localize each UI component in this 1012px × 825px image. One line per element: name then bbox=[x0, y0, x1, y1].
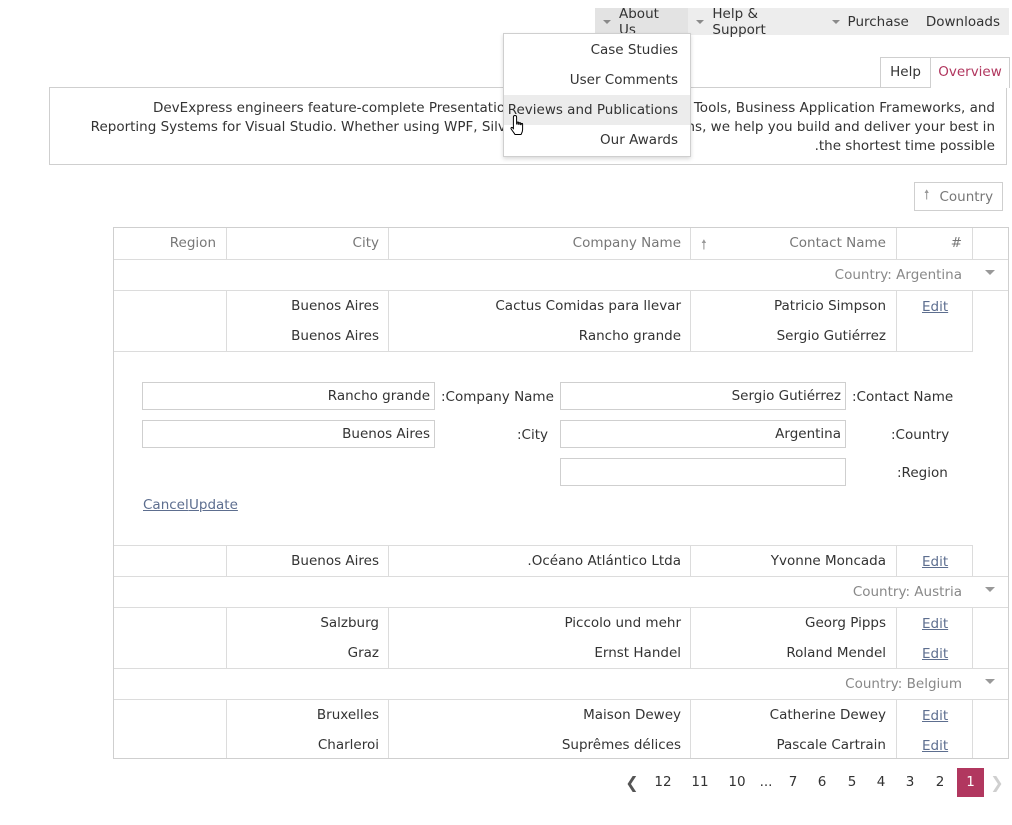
group-row-label: Country: Belgium bbox=[845, 676, 962, 692]
contact-name-label: :Contact Name bbox=[852, 389, 954, 405]
submenu-item-user-comments[interactable]: User Comments bbox=[504, 65, 690, 95]
cell-contact: Patricio Simpson bbox=[773, 298, 886, 314]
menu-item-purchase[interactable]: Purchase bbox=[824, 8, 918, 35]
country-label: :Country bbox=[891, 427, 950, 443]
menu-item-label: Help & Support bbox=[712, 5, 766, 38]
caret-down-icon bbox=[603, 19, 611, 24]
cell-contact: Sergio Gutiérrez bbox=[776, 328, 886, 344]
column-header-city[interactable]: City bbox=[227, 235, 379, 251]
cell-company: Piccolo und mehr bbox=[564, 615, 681, 631]
submenu-item-case-studies[interactable]: Case Studies bbox=[504, 35, 690, 65]
city-field[interactable]: Buenos Aires bbox=[142, 420, 435, 448]
customers-grid: Region City Company Name 🠕 Contact Name … bbox=[113, 227, 1009, 759]
sort-ascending-icon: 🠕 bbox=[923, 187, 930, 203]
edit-link[interactable]: Edit bbox=[922, 738, 948, 754]
cell-city: Buenos Aires bbox=[291, 328, 379, 344]
pager-page[interactable]: 2 bbox=[927, 768, 953, 797]
cell-company: Ernst Handel bbox=[594, 645, 681, 661]
collapse-group-icon[interactable] bbox=[985, 679, 995, 684]
contact-name-field[interactable]: Sergio Gutiérrez bbox=[560, 382, 846, 410]
cancel-link[interactable]: Cancel bbox=[143, 497, 189, 513]
tab-overview[interactable]: Overview bbox=[930, 57, 1010, 88]
pager-page[interactable]: 3 bbox=[897, 768, 923, 797]
column-header-region[interactable]: Region bbox=[114, 235, 216, 251]
cell-contact: Roland Mendel bbox=[786, 645, 886, 661]
pager-page[interactable]: 12 bbox=[648, 768, 678, 797]
menu-item-label: Purchase bbox=[847, 13, 909, 30]
about-us-submenu: Case Studies User Comments Reviews and P… bbox=[503, 33, 691, 157]
cell-contact: Yvonne Moncada bbox=[770, 553, 886, 569]
top-menu: About Us Help & Support Purchase Downloa… bbox=[595, 5, 1009, 38]
group-chip-label: Country bbox=[939, 188, 994, 205]
cell-company: Maison Dewey bbox=[583, 707, 681, 723]
group-by-country-chip[interactable]: 🠕 Country bbox=[914, 182, 1003, 211]
column-header-contact-name[interactable]: Contact Name bbox=[714, 235, 886, 251]
menu-item-help-support[interactable]: Help & Support bbox=[688, 5, 823, 38]
country-field[interactable]: Argentina bbox=[560, 420, 846, 448]
menu-item-about-us[interactable]: About Us bbox=[595, 6, 689, 38]
group-row-label: Country: Austria bbox=[852, 584, 962, 600]
cell-city: Graz bbox=[347, 645, 379, 661]
cell-company: Suprêmes délices bbox=[561, 737, 681, 753]
region-label: :Region bbox=[897, 465, 948, 481]
city-label: :City bbox=[517, 427, 549, 443]
caret-down-icon bbox=[831, 19, 840, 24]
pager-page[interactable]: 7 bbox=[780, 768, 806, 797]
cell-city: Bruxelles bbox=[316, 707, 379, 723]
pager-page[interactable]: 11 bbox=[685, 768, 715, 797]
tab-help[interactable]: Help bbox=[880, 57, 931, 87]
cell-contact: Catherine Dewey bbox=[769, 707, 886, 723]
sort-ascending-icon: 🠕 bbox=[701, 237, 707, 253]
menu-item-label: Downloads bbox=[925, 13, 1000, 30]
cell-city: Salzburg bbox=[320, 615, 379, 631]
hand-pointer-icon bbox=[510, 114, 524, 135]
pager-current-page[interactable]: 1 bbox=[957, 768, 984, 797]
collapse-group-icon[interactable] bbox=[985, 587, 995, 592]
update-link[interactable]: Update bbox=[189, 497, 238, 513]
region-field[interactable] bbox=[560, 458, 846, 486]
edit-link[interactable]: Edit bbox=[922, 646, 948, 662]
submenu-item-our-awards[interactable]: Our Awards bbox=[504, 125, 690, 155]
edit-link[interactable]: Edit bbox=[922, 616, 948, 632]
pager-prev-icon[interactable]: ❮ bbox=[622, 768, 642, 797]
edit-link[interactable]: Edit bbox=[922, 708, 948, 724]
cell-city: Buenos Aires bbox=[291, 298, 379, 314]
company-name-field[interactable]: Rancho grande bbox=[142, 382, 435, 410]
pager-page[interactable]: 6 bbox=[809, 768, 835, 797]
pager-page[interactable]: 4 bbox=[868, 768, 894, 797]
cell-company: .Océano Atlántico Ltda bbox=[527, 553, 681, 569]
cell-company: Rancho grande bbox=[578, 328, 681, 344]
submenu-item-reviews-publications[interactable]: Reviews and Publications bbox=[504, 95, 690, 125]
cell-city: Buenos Aires bbox=[291, 553, 379, 569]
cell-city: Charleroi bbox=[317, 737, 379, 753]
pager-page[interactable]: 10 bbox=[722, 768, 752, 797]
collapse-group-icon[interactable] bbox=[985, 270, 995, 275]
column-header-company-name[interactable]: Company Name bbox=[389, 235, 681, 251]
group-row-label: Country: Argentina bbox=[834, 267, 962, 283]
menu-item-downloads[interactable]: Downloads bbox=[918, 8, 1009, 35]
edit-link[interactable]: Edit bbox=[922, 299, 948, 315]
company-name-label: :Company Name bbox=[441, 389, 554, 405]
pager-ellipsis: ... bbox=[759, 774, 773, 790]
caret-down-icon bbox=[696, 19, 705, 24]
pager-page[interactable]: 5 bbox=[839, 768, 865, 797]
cell-company: Cactus Comidas para llevar bbox=[495, 298, 681, 314]
column-header-number: # bbox=[950, 235, 962, 251]
cell-contact: Pascale Cartrain bbox=[776, 737, 886, 753]
cell-contact: Georg Pipps bbox=[805, 615, 886, 631]
pager-next-icon: ❯ bbox=[990, 773, 1004, 792]
edit-link[interactable]: Edit bbox=[922, 554, 948, 570]
